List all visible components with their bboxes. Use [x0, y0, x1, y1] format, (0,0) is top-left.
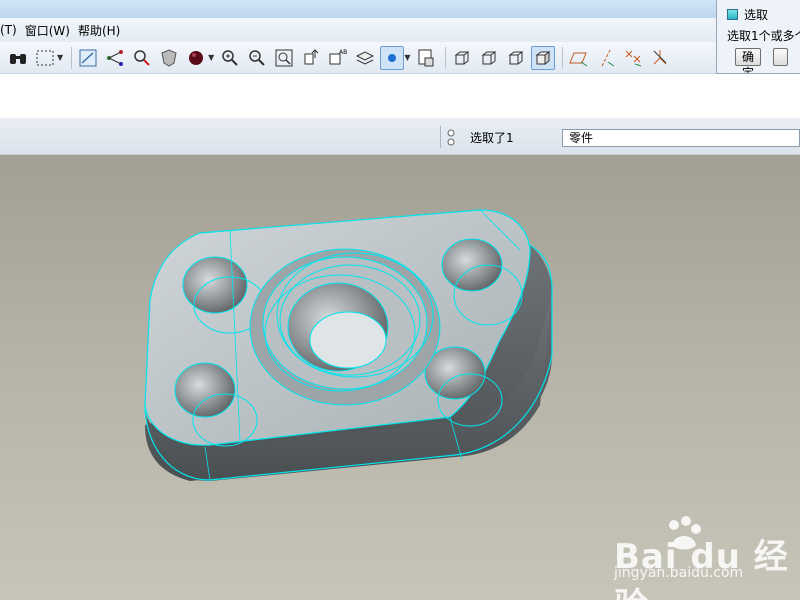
datum-axes-icon[interactable]	[594, 46, 618, 70]
menu-help[interactable]: 帮助(H)	[78, 22, 128, 39]
layers-icon[interactable]	[353, 46, 377, 70]
boss-bore-inner	[309, 311, 387, 369]
toolbar-divider	[445, 46, 447, 69]
shading-icon[interactable]	[531, 45, 556, 70]
datum-points-icon[interactable]	[621, 46, 645, 70]
datum-axis-icon[interactable]	[103, 46, 127, 70]
hidden-line-icon[interactable]	[477, 46, 501, 70]
dialog-title: 选取	[717, 0, 800, 23]
dialog-message: 选取1个或多个	[727, 29, 800, 43]
dialog-title-text: 选取	[744, 8, 769, 22]
shield-icon[interactable]	[157, 46, 181, 70]
no-hidden-icon[interactable]	[504, 46, 528, 70]
hole-top-left	[182, 256, 248, 314]
search-tool-icon[interactable]	[130, 46, 154, 70]
zoom-out-icon[interactable]	[245, 46, 269, 70]
svg-text:AB: AB	[339, 49, 347, 56]
datum-plane-icon[interactable]	[567, 46, 591, 70]
refit-icon[interactable]	[272, 46, 296, 70]
ok-button[interactable]: 确定	[735, 48, 762, 73]
display-style-icon[interactable]	[380, 45, 405, 70]
toolbar-divider	[562, 46, 564, 69]
selection-square-icon	[727, 9, 738, 20]
watermark: Bai du 经验 jingyan.baidu.com	[600, 515, 800, 600]
select-box-icon[interactable]	[33, 46, 57, 70]
select-dialog: 选取 选取1个或多个 确定	[716, 0, 800, 74]
named-view-icon[interactable]: AB	[326, 46, 350, 70]
wireframe-icon[interactable]	[450, 46, 474, 70]
chevron-down-icon[interactable]: ▼	[404, 53, 410, 62]
coord-sys-icon[interactable]	[648, 46, 672, 70]
chevron-down-icon[interactable]: ▼	[208, 53, 214, 62]
cancel-button[interactable]	[773, 48, 788, 66]
message-area	[0, 74, 800, 118]
zoom-in-icon[interactable]	[218, 46, 242, 70]
toolbar-divider	[71, 46, 73, 69]
sketch-icon[interactable]	[76, 46, 100, 70]
reorient-icon[interactable]	[299, 46, 323, 70]
menubar: (T) 窗口(W) 帮助(H)	[0, 18, 716, 42]
selection-count: 选取了1	[470, 131, 514, 145]
main-toolbar: ▼ ▼ AB ▼	[0, 42, 716, 74]
dialog-buttons: 确定	[717, 44, 800, 73]
status-bar: 选取了1 零件	[0, 118, 800, 155]
menu-tools[interactable]: (T)	[0, 23, 25, 37]
chevron-down-icon[interactable]: ▼	[57, 53, 63, 62]
selection-status-icon	[446, 128, 456, 151]
appearance-icon[interactable]	[184, 46, 208, 70]
hole-bottom-left	[174, 362, 236, 418]
binoculars-icon[interactable]	[6, 46, 30, 70]
window-titlebar	[0, 0, 800, 18]
status-divider	[440, 126, 441, 148]
selection-filter-select[interactable]: 零件	[562, 129, 800, 147]
model-tree-icon[interactable]	[414, 46, 438, 70]
menu-window[interactable]: 窗口(W)	[25, 22, 78, 39]
watermark-url: jingyan.baidu.com	[614, 565, 744, 581]
